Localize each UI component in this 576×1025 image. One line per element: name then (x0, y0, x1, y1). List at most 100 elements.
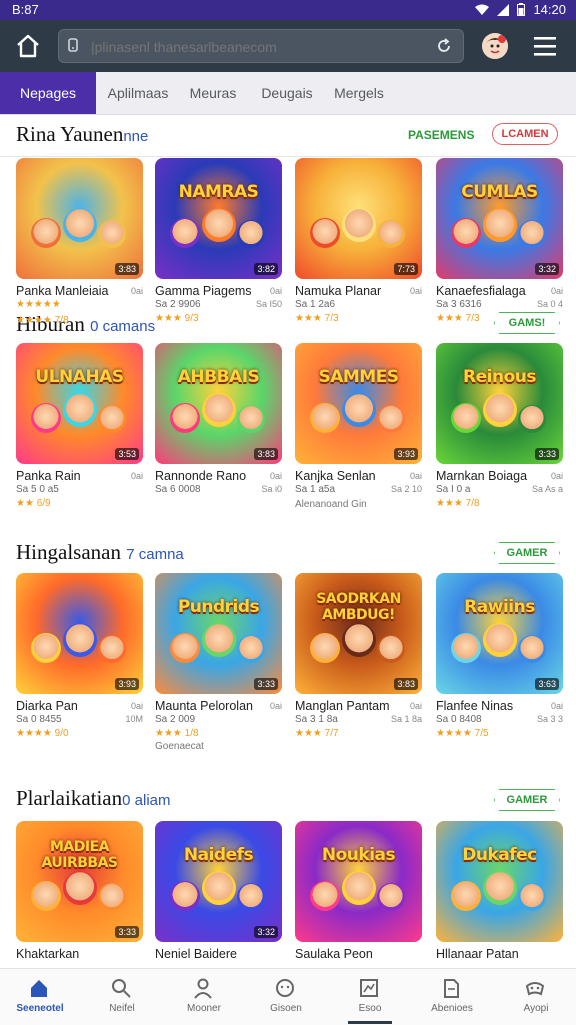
game-card[interactable]: Pundrids 3:33 Maunta Pelorolan 0ai Sa 2 009 ★… (155, 573, 282, 752)
game-card[interactable]: NAMRAS 3:82 Gamma Piagems 0ai Sa 2 9906 Sa I5… (155, 158, 282, 324)
game-title[interactable]: Namuka Planar (295, 284, 400, 298)
game-card[interactable]: ULNAHAS 3:53 Panka Rain 0ai Sa 5 0 a5 ★★ 6/9 (16, 343, 143, 509)
game-meta: 0ai (130, 286, 143, 296)
battery-icon (517, 3, 526, 16)
game-thumbnail[interactable]: NAMRAS 3:82 (155, 158, 282, 279)
bottom-nav-item[interactable]: Ayopi (496, 969, 576, 1025)
app-bar (0, 20, 576, 72)
reload-icon[interactable] (435, 37, 453, 55)
character-figure-icon (63, 393, 97, 427)
section-subtitle: nne (123, 128, 149, 145)
tab-meuras[interactable]: Meuras (180, 72, 246, 114)
character-figure-icon (202, 623, 236, 657)
game-title[interactable]: Neniel Baidere (155, 947, 260, 961)
game-card[interactable]: SAODRKAN AMBDUG! 3:83 Manglan Pantam 0ai Sa … (295, 573, 422, 739)
game-title[interactable]: Manglan Pantam (295, 699, 400, 713)
bottom-nav-item[interactable]: Mooner (164, 969, 244, 1025)
game-thumbnail[interactable]: Pundrids 3:33 (155, 573, 282, 694)
game-title[interactable]: Maunta Pelorolan (155, 699, 260, 713)
game-card[interactable]: SAMMES 3:93 Kanjka Senlan 0ai Sa 1 a5a Sa 2 1… (295, 343, 422, 510)
game-thumbnail[interactable]: SAMMES 3:93 (295, 343, 422, 464)
game-thumbnail[interactable]: AHBBAIS 3:83 (155, 343, 282, 464)
duration-badge: 3:83 (115, 263, 139, 275)
hamburger-menu-icon[interactable] (532, 34, 558, 58)
game-thumbnail[interactable]: SAODRKAN AMBDUG! 3:83 (295, 573, 422, 694)
game-title[interactable]: Khaktarkan (16, 947, 121, 961)
game-thumbnail[interactable]: CUMLAS 3:32 (436, 158, 563, 279)
character-figure-icon (518, 220, 546, 248)
section-pill[interactable]: GAMS! (494, 312, 560, 334)
game-title[interactable]: Diarka Pan (16, 699, 121, 713)
game-art-title: ULNAHAS (35, 367, 124, 387)
game-art-title: AHBBAIS (177, 367, 260, 387)
game-card[interactable]: Dukafec Hllanaar Patan (436, 821, 563, 961)
game-title[interactable]: Kanaefesfialaga (436, 284, 541, 298)
section-subtitle: 7 camna (126, 546, 184, 563)
character-figure-icon (483, 623, 517, 657)
section-title: Hingalsanan 7 camna (16, 540, 184, 565)
game-card[interactable]: Noukias Saulaka Peon (295, 821, 422, 961)
game-stats: Sa 5 0 a5 (16, 484, 59, 495)
game-thumbnail[interactable]: Dukafec (436, 821, 563, 942)
character-figure-icon (202, 208, 236, 242)
game-art-title: NAMRAS (178, 182, 259, 202)
game-stats: Sa 2 9906 (155, 299, 201, 310)
game-title[interactable]: Gamma Piagems (155, 284, 260, 298)
search-input[interactable] (89, 35, 433, 59)
bottom-nav-item[interactable]: Neifel (82, 969, 162, 1025)
game-card[interactable]: Naidefs 3:32 Neniel Baidere (155, 821, 282, 961)
game-thumbnail[interactable]: Reinous 3:33 (436, 343, 563, 464)
game-card[interactable]: Reinous 3:33 Marnkan Boiaga 0ai Sa I 0 a Sa A… (436, 343, 563, 509)
game-thumbnail[interactable]: 3:83 (16, 158, 143, 279)
section-link[interactable]: PASEMENS (408, 128, 474, 142)
game-title[interactable]: Kanjka Senlan (295, 469, 400, 483)
game-title[interactable]: Panka Rain (16, 469, 121, 483)
game-card[interactable]: Rawiins 3:63 Flanfee Ninas 0ai Sa 0 8408 Sa 3… (436, 573, 563, 739)
section-pill[interactable]: GAMER (494, 789, 560, 811)
duration-badge: 3:63 (535, 678, 559, 690)
character-figure-icon (377, 635, 405, 663)
tab-deugais[interactable]: Deugais (252, 72, 322, 114)
rating-stars: ★★★ 9/3 (155, 313, 199, 324)
search-bar[interactable] (58, 29, 464, 63)
tab-aplilmaas[interactable]: Aplilmaas (100, 72, 176, 114)
tab-mergels[interactable]: Mergels (326, 72, 392, 114)
game-thumbnail[interactable]: Noukias (295, 821, 422, 942)
game-card[interactable]: CUMLAS 3:32 Kanaefesfialaga 0ai Sa 3 6316 Sa … (436, 158, 563, 324)
bottom-nav-item[interactable]: Esoo (330, 969, 410, 1025)
game-meta: 0ai (130, 471, 143, 481)
character-figure-icon (31, 218, 61, 248)
game-card[interactable]: 3:93 Diarka Pan 0ai Sa 0 8455 10M ★★★★ 9/0 (16, 573, 143, 739)
avatar[interactable] (482, 33, 508, 59)
game-thumbnail[interactable]: Rawiins 3:63 (436, 573, 563, 694)
game-card[interactable]: 7:73 Namuka Planar 0ai Sa 1 2a6 ★★★ 7/3 (295, 158, 422, 324)
game-thumbnail[interactable]: 3:93 (16, 573, 143, 694)
game-title[interactable]: Flanfee Ninas (436, 699, 541, 713)
game-card[interactable]: MADIEA AUIRBBAS 3:33 Khaktarkan (16, 821, 143, 961)
tab-nepages[interactable]: Nepages (0, 72, 96, 114)
game-title[interactable]: Saulaka Peon (295, 947, 400, 961)
character-figure-icon (342, 871, 376, 905)
game-card[interactable]: 3:83 Panka Manleiaia 0ai ★★★★★ ★★★★ 7/8 (16, 158, 143, 326)
game-stats-right: Sa i0 (261, 484, 282, 494)
section-pill[interactable]: GAMER (494, 542, 560, 564)
game-title[interactable]: Hllanaar Patan (436, 947, 541, 961)
signal-icon (497, 3, 510, 16)
bottom-nav-item[interactable]: Seeneotel (0, 969, 80, 1025)
game-card[interactable]: AHBBAIS 3:83 Rannonde Rano 0ai Sa 6 0008 Sa i… (155, 343, 282, 495)
game-title[interactable]: Panka Manleiaia (16, 284, 121, 298)
character-figure-icon (342, 623, 376, 657)
game-title[interactable]: Rannonde Rano (155, 469, 260, 483)
bottom-nav-item[interactable]: Gisoen (246, 969, 326, 1025)
section-pill[interactable]: LCAMEN (492, 123, 558, 145)
game-thumbnail[interactable]: 7:73 (295, 158, 422, 279)
game-title[interactable]: Marnkan Boiaga (436, 469, 541, 483)
game-thumbnail[interactable]: Naidefs 3:32 (155, 821, 282, 942)
game-meta: 0ai (550, 286, 563, 296)
game-meta: 0ai (409, 286, 422, 296)
character-figure-icon (483, 871, 517, 905)
home-icon[interactable] (14, 32, 42, 60)
game-thumbnail[interactable]: MADIEA AUIRBBAS 3:33 (16, 821, 143, 942)
bottom-nav-item[interactable]: Abenioes (412, 969, 492, 1025)
game-thumbnail[interactable]: ULNAHAS 3:53 (16, 343, 143, 464)
